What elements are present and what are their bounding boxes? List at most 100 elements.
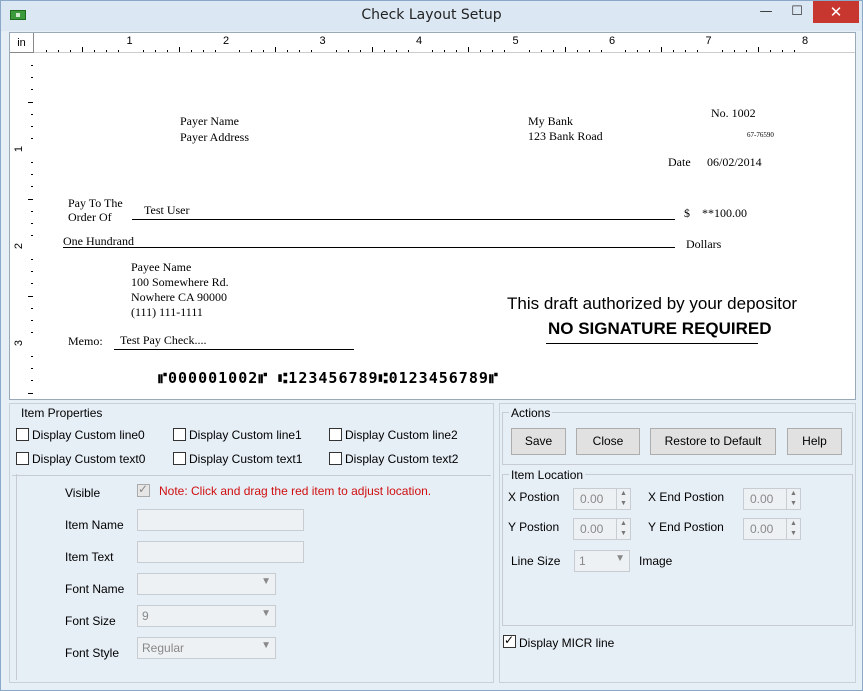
- item-name-label: Item Name: [65, 518, 124, 532]
- line-size-value: 1: [579, 554, 586, 568]
- dollars-label[interactable]: Dollars: [686, 237, 721, 252]
- ruler-tick: [287, 50, 289, 52]
- payee-address1[interactable]: 100 Somewhere Rd.: [131, 275, 229, 290]
- ruler-number: 6: [609, 35, 616, 47]
- x-end-position-spinner[interactable]: 0.00 ▲ ▼: [743, 488, 801, 510]
- minimize-button[interactable]: —: [753, 1, 779, 23]
- font-name-select[interactable]: ▼: [137, 573, 276, 595]
- save-button[interactable]: Save: [511, 428, 566, 455]
- ruler-number: 2: [223, 35, 230, 47]
- ruler-tick: [371, 47, 373, 52]
- ruler-tick: [31, 234, 33, 236]
- ruler-number: 8: [802, 35, 809, 47]
- font-size-select[interactable]: 9 ▼: [137, 605, 276, 627]
- ruler-tick: [528, 50, 530, 52]
- payee-field[interactable]: Test User: [144, 203, 189, 218]
- ruler-tick: [31, 356, 33, 358]
- ruler-tick: [456, 50, 458, 52]
- bank-name[interactable]: My Bank: [528, 114, 573, 129]
- spin-up-icon[interactable]: ▲: [616, 519, 630, 529]
- custom-line1-label[interactable]: Display Custom line1: [189, 428, 302, 442]
- ruler-tick: [564, 47, 566, 52]
- payee-name[interactable]: Payee Name: [131, 260, 191, 275]
- routing-fraction[interactable]: 67-76590: [747, 131, 774, 139]
- x-position-spinner[interactable]: 0.00 ▲ ▼: [573, 488, 631, 510]
- custom-line1-checkbox[interactable]: [173, 428, 186, 441]
- restore-default-button[interactable]: Restore to Default: [650, 428, 776, 455]
- custom-line2-label[interactable]: Display Custom line2: [345, 428, 458, 442]
- font-style-label: Font Style: [65, 646, 120, 660]
- item-location-title: Item Location: [509, 468, 586, 482]
- line-size-select[interactable]: 1 ▼: [574, 550, 630, 572]
- custom-text0-label[interactable]: Display Custom text0: [32, 452, 145, 466]
- bank-address[interactable]: 123 Bank Road: [528, 129, 603, 144]
- ruler-number: 4: [416, 35, 423, 47]
- no-signature-text[interactable]: NO SIGNATURE REQUIRED: [548, 319, 772, 339]
- memo-field[interactable]: Test Pay Check....: [120, 333, 206, 348]
- spin-up-icon[interactable]: ▲: [786, 489, 800, 499]
- ruler-tick: [685, 50, 687, 52]
- ruler-tick: [468, 47, 470, 52]
- maximize-button[interactable]: ☐: [784, 1, 810, 23]
- custom-text1-label[interactable]: Display Custom text1: [189, 452, 302, 466]
- payer-name[interactable]: Payer Name: [180, 114, 239, 129]
- ruler-tick: [407, 50, 409, 52]
- custom-line2-checkbox[interactable]: [329, 428, 342, 441]
- spin-up-icon[interactable]: ▲: [616, 489, 630, 499]
- spin-up-icon[interactable]: ▲: [786, 519, 800, 529]
- ruler-tick: [202, 50, 204, 52]
- item-text-input[interactable]: [137, 541, 304, 563]
- close-window-button[interactable]: ✕: [813, 1, 859, 23]
- spin-down-icon[interactable]: ▼: [616, 529, 630, 539]
- ruler-tick: [359, 50, 361, 52]
- spin-down-icon[interactable]: ▼: [786, 499, 800, 509]
- spin-down-icon[interactable]: ▼: [616, 499, 630, 509]
- drag-note: Note: Click and drag the red item to adj…: [159, 484, 432, 498]
- font-size-value: 9: [142, 609, 149, 623]
- spin-down-icon[interactable]: ▼: [786, 529, 800, 539]
- display-micr-checkbox[interactable]: [503, 633, 516, 648]
- ruler-tick: [31, 380, 33, 382]
- custom-text0-checkbox[interactable]: [16, 452, 29, 465]
- date-value[interactable]: 06/02/2014: [707, 155, 762, 170]
- dollar-sign[interactable]: $: [684, 206, 690, 221]
- date-label[interactable]: Date: [668, 155, 691, 170]
- authorization-text[interactable]: This draft authorized by your depositor: [507, 294, 797, 314]
- y-position-spinner[interactable]: 0.00 ▲ ▼: [573, 518, 631, 540]
- close-button[interactable]: Close: [576, 428, 640, 455]
- font-style-select[interactable]: Regular ▼: [137, 637, 276, 659]
- pay-to-label-line1[interactable]: Pay To The: [68, 196, 123, 211]
- item-name-input[interactable]: [137, 509, 304, 531]
- check-number[interactable]: No. 1002: [711, 106, 756, 121]
- custom-line0-label[interactable]: Display Custom line0: [32, 428, 145, 442]
- ruler-number: 7: [705, 35, 712, 47]
- ruler-tick: [28, 101, 33, 103]
- ruler-tick: [637, 50, 639, 52]
- ruler-tick: [31, 283, 33, 285]
- ruler-tick: [82, 47, 84, 52]
- memo-label[interactable]: Memo:: [68, 334, 103, 349]
- custom-text1-checkbox[interactable]: [173, 452, 186, 465]
- y-end-position-spinner[interactable]: 0.00 ▲ ▼: [743, 518, 801, 540]
- help-button[interactable]: Help: [787, 428, 842, 455]
- custom-line0-checkbox[interactable]: [16, 428, 29, 441]
- signature-line: [546, 343, 758, 344]
- amount-field[interactable]: **100.00: [702, 206, 747, 221]
- custom-text2-label[interactable]: Display Custom text2: [345, 452, 458, 466]
- ruler-tick: [769, 50, 771, 52]
- custom-text2-checkbox[interactable]: [329, 452, 342, 465]
- check-layout-window: Check Layout Setup — ☐ ✕ 1 2 3 4 5 6 7 8 1 2 3 in…: [0, 0, 863, 691]
- payee-phone[interactable]: (111) 111-1111: [131, 305, 203, 320]
- payer-address[interactable]: Payer Address: [180, 130, 249, 145]
- ruler-tick: [395, 50, 397, 52]
- title-bar[interactable]: Check Layout Setup — ☐ ✕: [1, 1, 862, 31]
- ruler-tick: [94, 50, 96, 52]
- pay-to-label-line2[interactable]: Order Of: [68, 210, 112, 225]
- micr-line[interactable]: ⑈000001002⑈ ⑆123456789⑆0123456789⑈: [158, 369, 499, 387]
- ruler-tick: [444, 50, 446, 52]
- ruler-tick: [31, 65, 33, 67]
- display-micr-label[interactable]: Display MICR line: [519, 636, 614, 650]
- payee-address2[interactable]: Nowhere CA 90000: [131, 290, 227, 305]
- visible-checkbox[interactable]: [137, 482, 150, 497]
- ruler-tick: [649, 50, 651, 52]
